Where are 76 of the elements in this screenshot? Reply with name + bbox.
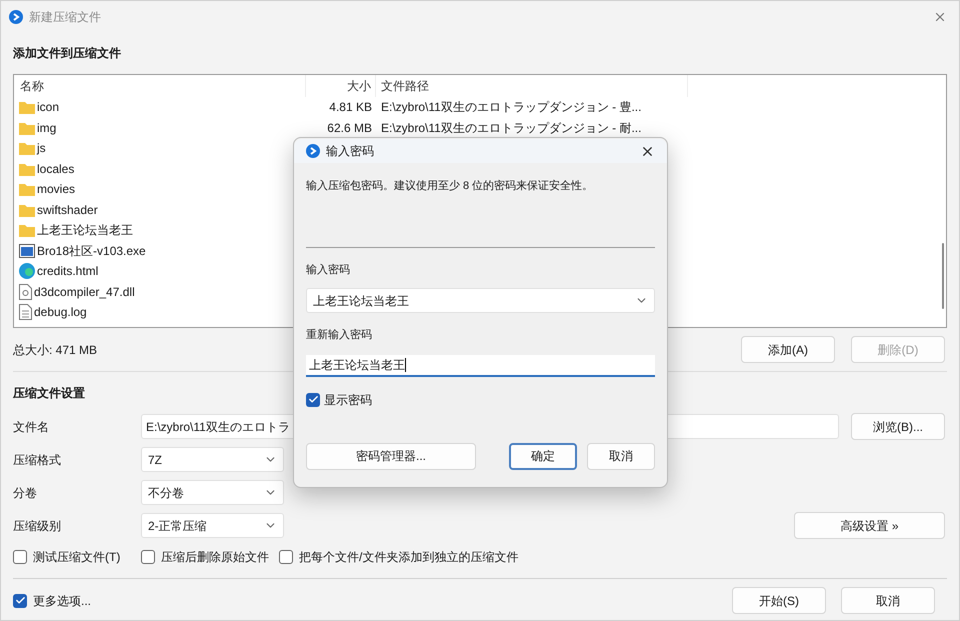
file-name[interactable]: d3dcompiler_47.dll [34, 282, 135, 301]
checkbox[interactable] [13, 550, 27, 564]
dropdown[interactable]: 7Z [141, 447, 284, 472]
checkbox-label[interactable]: 压缩后删除原始文件 [161, 548, 269, 566]
field-label: 输入密码 [306, 262, 350, 278]
file-name[interactable]: js [37, 139, 46, 158]
folder-icon [19, 182, 35, 196]
column-header[interactable]: 名称 [14, 75, 306, 97]
app-logo-icon [306, 144, 320, 158]
browser-icon [19, 263, 35, 280]
button[interactable]: 密码管理器... [306, 442, 476, 470]
checkbox[interactable] [279, 550, 293, 564]
file-size: 62.6 MB [327, 120, 372, 137]
document-icon [19, 284, 32, 300]
file-name[interactable]: debug.log [34, 303, 87, 322]
select-value: 不分卷 [148, 484, 184, 502]
confirm-password-field[interactable]: 上老王论坛当老王 [306, 354, 655, 376]
dropdown[interactable]: 不分卷 [141, 480, 284, 505]
dialog-title: 输入密码 [326, 143, 374, 160]
button[interactable]: 取消 [587, 442, 655, 470]
checkbox[interactable] [141, 550, 155, 564]
file-name[interactable]: locales [37, 160, 74, 178]
folder-icon [19, 202, 35, 217]
checkbox-label[interactable]: 更多选项... [33, 592, 92, 610]
button[interactable]: 开始(S) [732, 587, 826, 614]
browse-button[interactable]: 浏览(B)... [851, 413, 945, 440]
app-logo-icon [9, 10, 23, 24]
file-path: E:\zybro\11双生のエロトラップダンジョン - 耐... [381, 120, 642, 135]
checkbox-label[interactable]: 显示密码 [324, 390, 372, 408]
field-label: 分卷 [13, 484, 38, 502]
checkbox-label[interactable]: 把每个文件/文件夹添加到独立的压缩文件 [299, 548, 518, 566]
document-icon [19, 304, 32, 320]
text-cursor [405, 358, 406, 372]
folder-icon [19, 162, 35, 176]
dialog-message: 输入压缩包密码。建议使用至少 8 位的密码来保证安全性。 [306, 178, 594, 194]
section-heading: 压缩文件设置 [13, 385, 85, 402]
total-size: 总大小: 471 MB [13, 342, 98, 358]
section-heading: 添加文件到压缩文件 [13, 45, 121, 62]
file-size: 4.81 KB [329, 99, 372, 116]
file-name[interactable]: img [37, 118, 56, 137]
field-label: 重新输入密码 [306, 328, 372, 343]
file-name[interactable]: icon [37, 98, 60, 116]
folder-icon [19, 141, 35, 156]
column-header[interactable]: 文件路径 [376, 75, 688, 97]
button[interactable]: 取消 [841, 587, 935, 614]
checkbox-label[interactable]: 测试压缩文件(T) [33, 548, 120, 566]
check-icon [308, 394, 318, 405]
field-value: 上老王论坛当老王 [309, 356, 405, 374]
advanced-settings-button[interactable]: 高级设置 » [794, 512, 945, 539]
button[interactable]: 确定 [509, 442, 577, 470]
file-name[interactable]: 上老王论坛当老王 [37, 221, 133, 240]
field-label: 压缩格式 [13, 452, 62, 468]
column-header[interactable]: 大小 [306, 75, 376, 97]
file-path: E:\zybro\11双生のエロトラップダンジョン - 豊... [381, 100, 642, 114]
dropdown[interactable]: 2-正常压缩 [141, 513, 284, 538]
check-icon [14, 595, 26, 606]
checkbox[interactable] [306, 392, 320, 406]
field-label: 文件名 [13, 418, 50, 436]
select-value: 2-正常压缩 [148, 518, 207, 534]
file-name[interactable]: Bro18社区-v103.exe [37, 242, 146, 260]
select-value: 上老王论坛当老王 [313, 292, 409, 310]
folder-icon [19, 120, 35, 135]
file-name[interactable]: movies [37, 180, 76, 198]
field-value: E:\zybro\11双生のエロトラ [146, 418, 290, 436]
scrollbar[interactable] [942, 243, 944, 309]
folder-icon [19, 100, 35, 114]
field-label: 压缩级别 [13, 518, 62, 534]
button[interactable]: 添加(A) [741, 336, 835, 363]
file-name[interactable]: credits.html [37, 262, 98, 280]
select-value: 7Z [148, 452, 162, 468]
checkbox[interactable] [13, 594, 27, 608]
folder-icon [19, 223, 35, 238]
application-icon [19, 244, 35, 258]
window-title: 新建压缩文件 [29, 9, 101, 26]
file-name[interactable]: swiftshader [37, 200, 98, 219]
password-combobox[interactable]: 上老王论坛当老王 [306, 288, 655, 313]
